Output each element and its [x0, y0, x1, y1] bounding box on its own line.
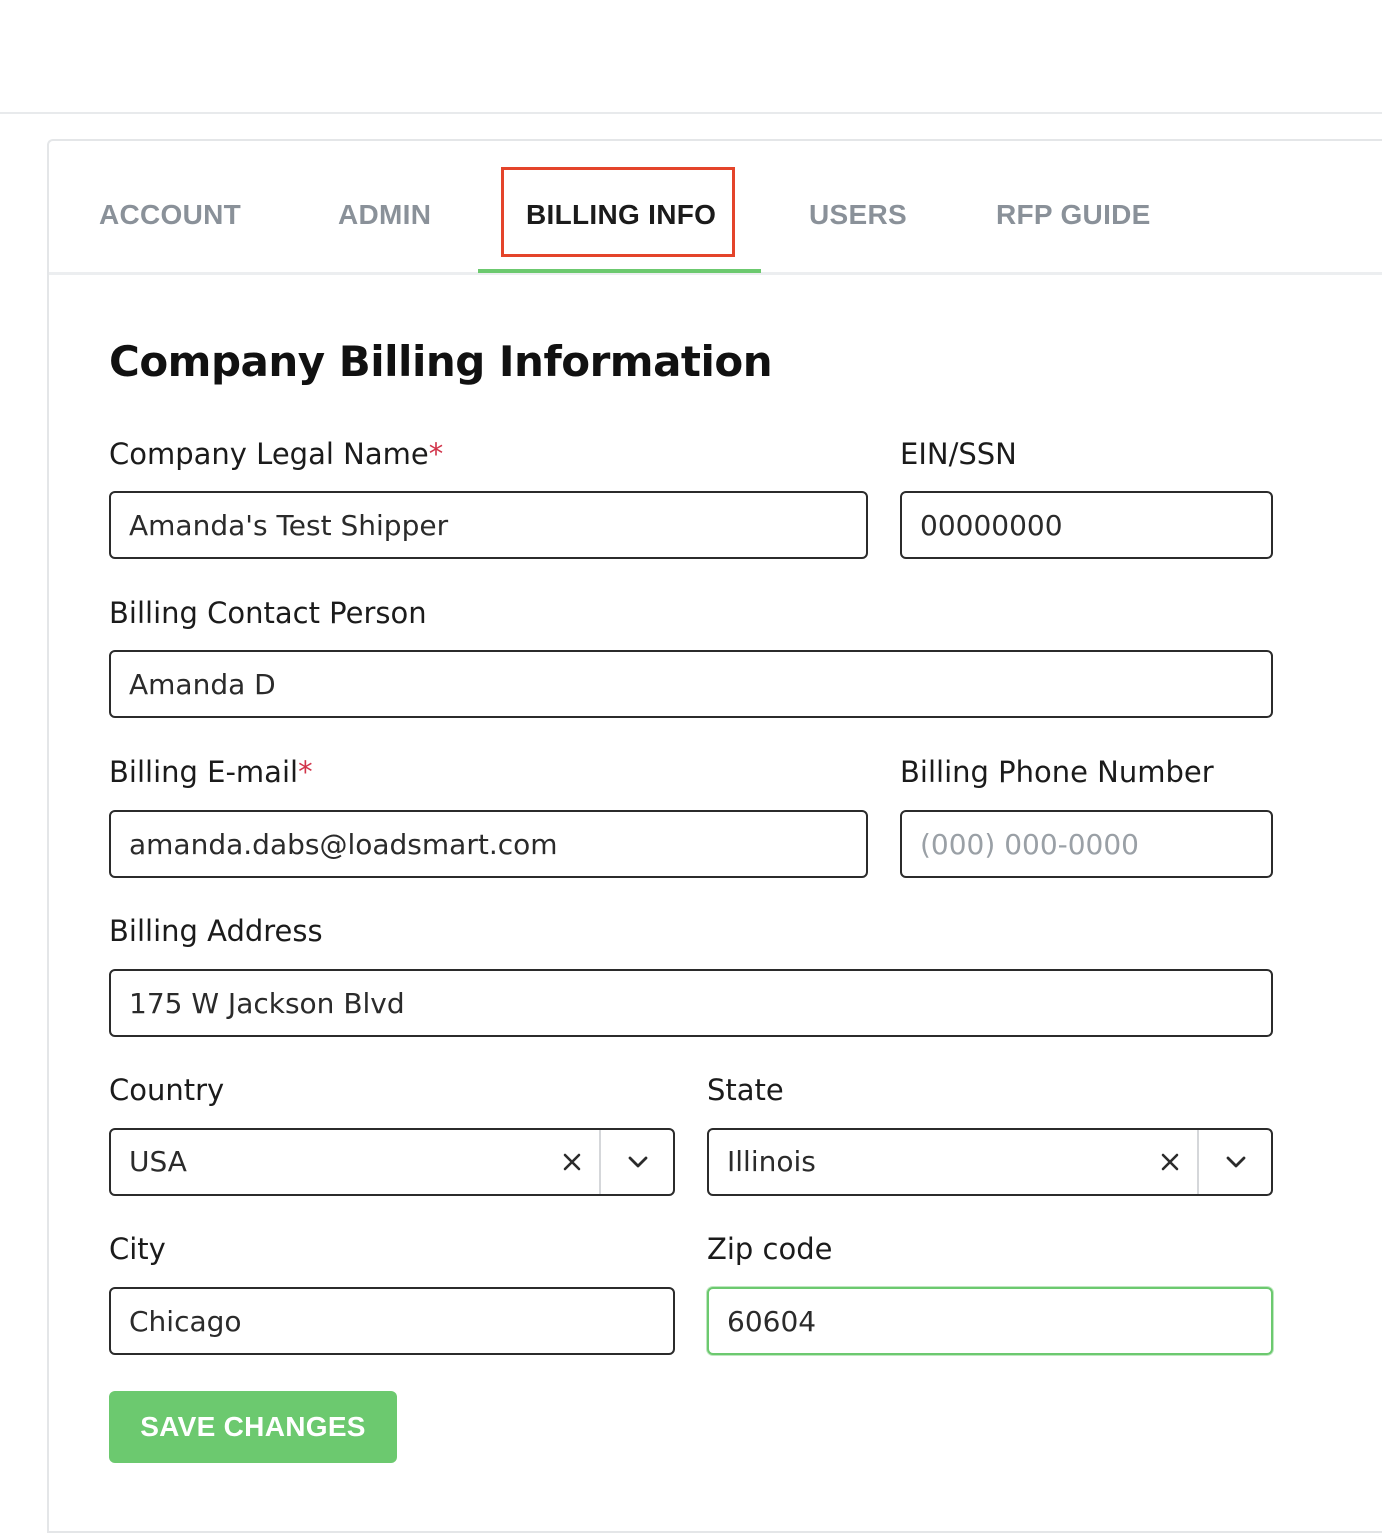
- state-value: Illinois: [727, 1145, 816, 1178]
- legal-name-label-text: Company Legal Name: [109, 437, 429, 471]
- state-label: State: [707, 1073, 784, 1107]
- ein-input[interactable]: [900, 491, 1273, 559]
- chevron-down-icon[interactable]: [623, 1147, 653, 1177]
- email-input[interactable]: [109, 810, 868, 878]
- contact-input[interactable]: [109, 650, 1273, 718]
- address-label: Billing Address: [109, 914, 323, 948]
- settings-panel: ACCOUNT ADMIN BILLING INFO USERS RFP GUI…: [47, 139, 1382, 1533]
- tab-bar: ACCOUNT ADMIN BILLING INFO USERS RFP GUI…: [49, 141, 1382, 275]
- zip-label: Zip code: [707, 1232, 833, 1266]
- page-title: Company Billing Information: [109, 337, 773, 386]
- email-label: Billing E-mail*: [109, 755, 313, 789]
- city-label: City: [109, 1232, 166, 1266]
- legal-name-input[interactable]: [109, 491, 868, 559]
- ein-label: EIN/SSN: [900, 437, 1017, 471]
- phone-input[interactable]: [900, 810, 1273, 878]
- clear-icon[interactable]: [557, 1147, 587, 1177]
- country-select[interactable]: USA: [109, 1128, 675, 1196]
- required-mark: *: [298, 755, 313, 789]
- state-select[interactable]: Illinois: [707, 1128, 1273, 1196]
- required-mark: *: [428, 437, 444, 471]
- select-divider: [599, 1130, 601, 1194]
- tab-billing-info[interactable]: BILLING INFO: [526, 199, 716, 231]
- email-label-text: Billing E-mail: [109, 755, 299, 789]
- tab-admin[interactable]: ADMIN: [338, 199, 431, 231]
- save-changes-button[interactable]: SAVE CHANGES: [109, 1391, 397, 1463]
- tab-rfp-guide[interactable]: RFP GUIDE: [996, 199, 1151, 231]
- active-tab-indicator: [478, 269, 761, 273]
- chevron-down-icon[interactable]: [1221, 1147, 1251, 1177]
- tab-account[interactable]: ACCOUNT: [99, 199, 241, 231]
- country-value: USA: [129, 1145, 187, 1178]
- contact-label: Billing Contact Person: [109, 596, 427, 630]
- clear-icon[interactable]: [1155, 1147, 1185, 1177]
- country-label: Country: [109, 1073, 225, 1107]
- legal-name-label: Company Legal Name*: [109, 437, 443, 471]
- address-input[interactable]: [109, 969, 1273, 1037]
- phone-label: Billing Phone Number: [900, 755, 1214, 789]
- select-divider: [1197, 1130, 1199, 1194]
- tab-users[interactable]: USERS: [809, 199, 907, 231]
- city-input[interactable]: [109, 1287, 675, 1355]
- top-bar: [0, 0, 1382, 114]
- zip-input[interactable]: [707, 1287, 1273, 1355]
